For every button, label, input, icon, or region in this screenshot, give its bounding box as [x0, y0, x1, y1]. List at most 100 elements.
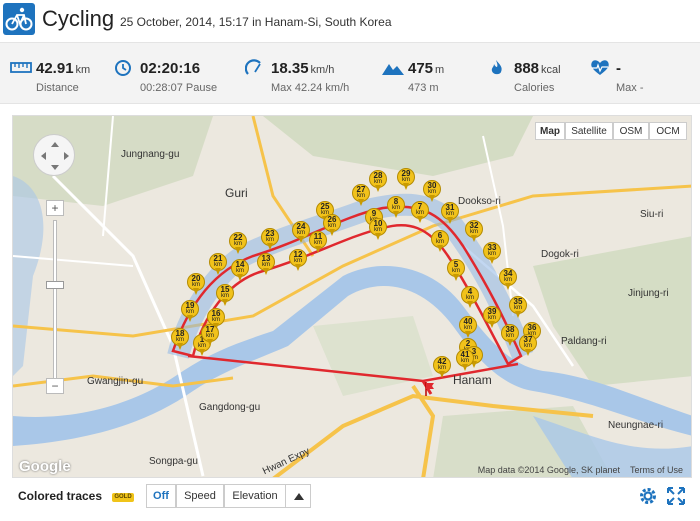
km-marker[interactable]: 37 km — [519, 334, 537, 356]
collapse-button[interactable] — [285, 484, 311, 508]
km-marker-number: 19 — [185, 301, 195, 310]
km-marker[interactable]: 18 km — [171, 328, 189, 350]
km-marker-number: 37 — [523, 335, 533, 344]
map-type-satellite[interactable]: Satellite — [565, 122, 613, 140]
km-marker-number: 30 — [427, 181, 437, 190]
zoom-out-button[interactable]: − — [46, 378, 64, 394]
km-marker[interactable]: 14 km — [231, 259, 249, 281]
terms-of-use-link[interactable]: Terms of Use — [630, 465, 683, 475]
map-label: Dogok-ri — [541, 249, 579, 260]
map-credit: Map data ©2014 Google, SK planet Terms of… — [468, 465, 683, 475]
km-marker[interactable]: 19 km — [181, 300, 199, 322]
trace-option-speed[interactable]: Speed — [176, 484, 224, 508]
km-marker-unit: km — [524, 343, 532, 349]
speed-unit: km/h — [310, 64, 335, 76]
km-marker[interactable]: 26 km — [323, 214, 341, 236]
km-marker[interactable]: 29 km — [397, 168, 415, 190]
km-marker[interactable]: 8 km — [387, 196, 405, 218]
activity-date-location: 25 October, 2014, 15:17 in Hanam-Si, Sou… — [120, 15, 392, 29]
map-label: Jungnang-gu — [121, 149, 180, 160]
activity-header: Cycling 25 October, 2014, 15:17 in Hanam… — [0, 0, 700, 40]
zoom-slider-handle[interactable] — [46, 281, 64, 289]
km-marker-unit: km — [212, 317, 220, 323]
km-marker[interactable]: 35 km — [509, 296, 527, 318]
km-marker-unit: km — [328, 223, 336, 229]
map-label: Dookso-ri — [458, 196, 501, 207]
pan-control[interactable] — [33, 134, 75, 176]
km-marker-number: 40 — [463, 317, 473, 326]
map-type-osm[interactable]: OSM — [613, 122, 649, 140]
heart-rate-value: - — [616, 60, 621, 77]
map-label: Gwangjin-gu — [87, 376, 144, 387]
km-marker-number: 21 — [213, 254, 223, 263]
km-marker-unit: km — [504, 277, 512, 283]
km-marker-number: 10 — [373, 219, 383, 228]
km-marker[interactable]: 13 km — [257, 253, 275, 275]
km-marker-number: 13 — [261, 254, 271, 263]
km-marker-number: 41 — [460, 350, 470, 359]
km-marker[interactable]: 30 km — [423, 180, 441, 202]
km-marker-unit: km — [206, 333, 214, 339]
km-marker-number: 5 — [453, 260, 459, 269]
fullscreen-icon[interactable] — [666, 486, 686, 506]
km-marker[interactable]: 15 km — [216, 284, 234, 306]
km-marker-unit: km — [214, 262, 222, 268]
km-marker-number: 36 — [527, 323, 537, 332]
km-marker[interactable]: 34 km — [499, 268, 517, 290]
km-marker-unit: km — [294, 258, 302, 264]
km-marker[interactable]: 7 km — [411, 201, 429, 223]
km-marker-unit: km — [464, 325, 472, 331]
km-marker-number: 42 — [437, 357, 447, 366]
km-marker[interactable]: 10 km — [369, 218, 387, 240]
km-marker[interactable]: 32 km — [465, 220, 483, 242]
km-marker-number: 28 — [373, 171, 383, 180]
km-marker[interactable]: 33 km — [483, 242, 501, 264]
km-marker[interactable]: 28 km — [369, 170, 387, 192]
zoom-in-button[interactable]: + — [46, 200, 64, 216]
km-marker[interactable]: 24 km — [292, 221, 310, 243]
zoom-slider[interactable] — [53, 220, 57, 380]
gear-icon[interactable] — [638, 486, 658, 506]
km-marker[interactable]: 40 km — [459, 316, 477, 338]
map-type-map[interactable]: Map — [535, 122, 565, 140]
km-marker[interactable]: 31 km — [441, 202, 459, 224]
km-marker[interactable]: 41 km — [456, 349, 474, 371]
km-marker[interactable]: 17 km — [201, 324, 219, 346]
km-marker-unit: km — [436, 239, 444, 245]
elevation-value: 475 — [408, 60, 434, 77]
km-marker[interactable]: 38 km — [501, 324, 519, 346]
route-map[interactable]: Jungnang-gu Guri Gwangjin-gu Gangdong-gu… — [12, 115, 692, 478]
trace-option-off[interactable]: Off — [146, 484, 176, 508]
km-marker[interactable]: 39 km — [483, 306, 501, 328]
km-marker-number: 35 — [513, 297, 523, 306]
clock-icon — [115, 60, 131, 76]
km-marker[interactable]: 27 km — [352, 184, 370, 206]
pause-label: 00:28:07 Pause — [140, 82, 218, 94]
trace-option-elevation[interactable]: Elevation — [224, 484, 286, 508]
km-marker[interactable]: 4 km — [461, 286, 479, 308]
km-marker-number: 17 — [205, 325, 215, 334]
km-marker-unit: km — [488, 315, 496, 321]
km-marker[interactable]: 23 km — [261, 228, 279, 250]
km-marker[interactable]: 6 km — [431, 230, 449, 252]
km-marker-unit: km — [428, 189, 436, 195]
map-label: Songpa-gu — [149, 456, 198, 467]
map-label: Siu-ri — [640, 209, 664, 220]
elevation-unit: m — [435, 64, 445, 76]
km-marker-unit: km — [402, 177, 410, 183]
calories-label: Calories — [514, 82, 555, 94]
km-marker-number: 39 — [487, 307, 497, 316]
km-marker-unit: km — [186, 309, 194, 315]
bicycle-icon — [3, 3, 35, 35]
map-type-ocm[interactable]: OCM — [649, 122, 687, 140]
km-marker[interactable]: 20 km — [187, 273, 205, 295]
distance-value: 42.91 — [36, 60, 74, 77]
km-marker[interactable]: 42 km — [433, 356, 451, 378]
km-marker-number: 15 — [220, 285, 230, 294]
calories-value: 888 — [514, 60, 540, 77]
km-marker[interactable]: 21 km — [209, 253, 227, 275]
km-marker[interactable]: 5 km — [447, 259, 465, 281]
km-marker[interactable]: 22 km — [229, 232, 247, 254]
map-data-credit: Map data ©2014 Google, SK planet — [477, 465, 620, 475]
km-marker[interactable]: 12 km — [289, 249, 307, 271]
